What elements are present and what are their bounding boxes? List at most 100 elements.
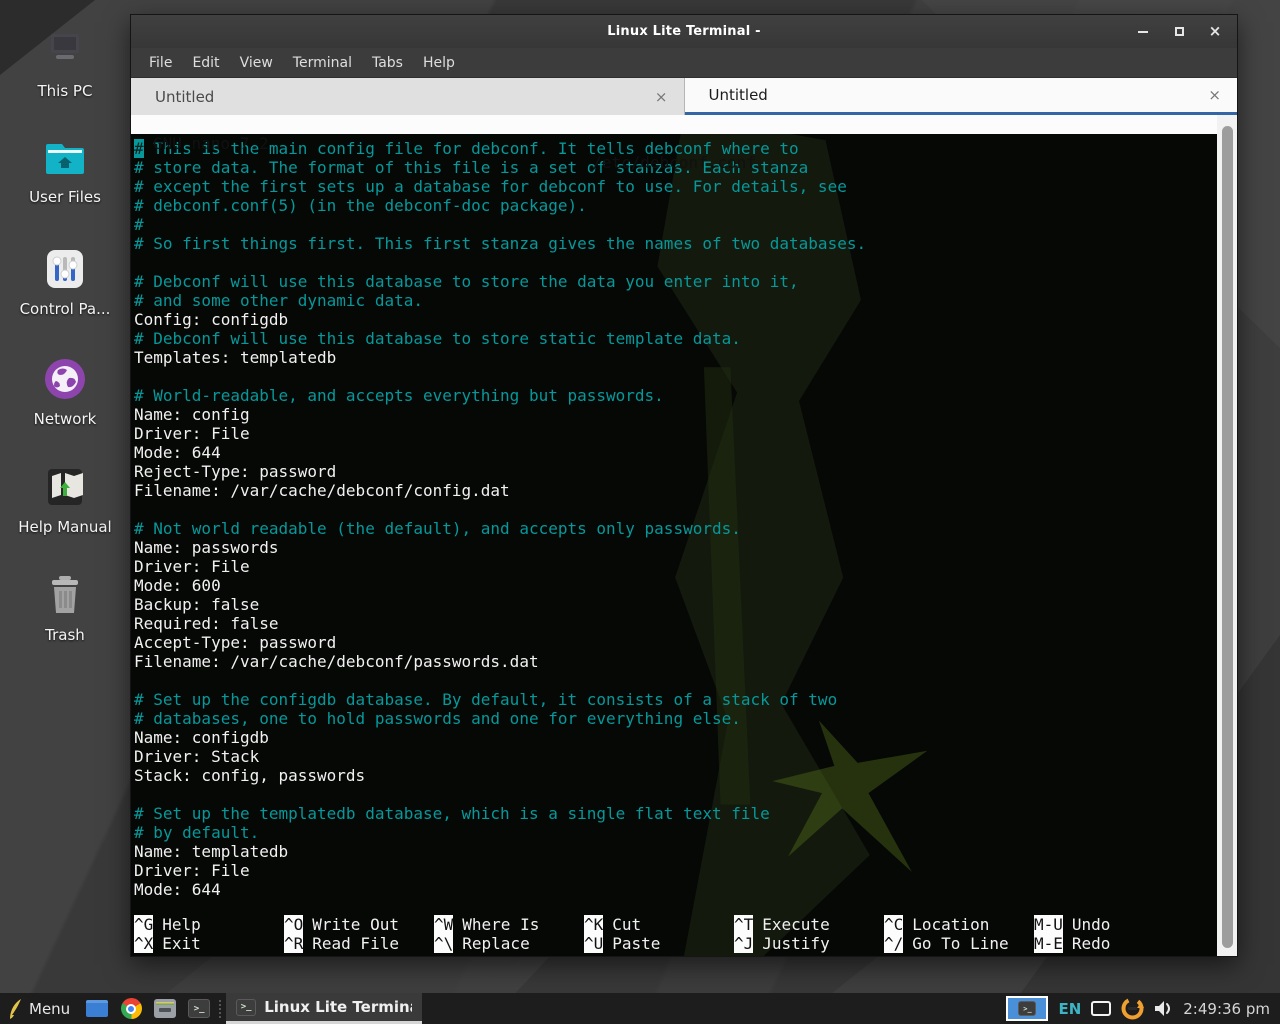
- menu-file[interactable]: File: [139, 51, 182, 75]
- editor-line: Driver: File: [134, 557, 1217, 576]
- editor-line: [134, 253, 1217, 272]
- editor-line: # World-readable, and accepts everything…: [134, 386, 1217, 405]
- editor-line: # and some other dynamic data.: [134, 291, 1217, 310]
- close-button[interactable]: ×: [1207, 24, 1223, 40]
- shortcut-key: ^J: [734, 934, 753, 953]
- file-manager-launcher[interactable]: [153, 997, 177, 1021]
- desktop-icon-help-manual[interactable]: Help Manual: [0, 464, 130, 536]
- shortcut-key: M-U: [1034, 915, 1063, 934]
- menu-tabs[interactable]: Tabs: [362, 51, 413, 75]
- tray-terminal-preview[interactable]: >_: [1006, 996, 1048, 1021]
- shortcut-hint: ^OWrite Out: [284, 915, 434, 934]
- desktop-icon-label: Control Pa...: [20, 300, 111, 318]
- terminal-launcher[interactable]: >_: [187, 997, 211, 1021]
- volume-icon[interactable]: [1154, 1000, 1173, 1017]
- editor-line: Driver: Stack: [134, 747, 1217, 766]
- scrollbar-thumb[interactable]: [1222, 126, 1233, 948]
- window-titlebar[interactable]: Linux Lite Terminal - ×: [131, 15, 1237, 48]
- maximize-button[interactable]: [1171, 24, 1187, 40]
- editor-line: [134, 671, 1217, 690]
- shortcut-hint: ^J Justify: [734, 934, 884, 953]
- file-manager-icon: [154, 999, 176, 1018]
- menu-edit[interactable]: Edit: [182, 51, 229, 75]
- tab-label: Untitled: [709, 86, 768, 104]
- tab-untitled-1[interactable]: Untitled ×: [131, 78, 685, 115]
- show-desktop-launcher[interactable]: [85, 997, 109, 1021]
- editor-line: Name: config: [134, 405, 1217, 424]
- chrome-launcher[interactable]: [119, 997, 143, 1021]
- chrome-icon: [121, 998, 142, 1019]
- taskbar-window-label: Linux Lite Terminal -: [264, 998, 412, 1016]
- keyboard-layout-indicator[interactable]: EN: [1058, 1000, 1081, 1018]
- terminal-icon: >_: [1018, 1001, 1036, 1016]
- shortcut-column: M-U Undo M-E Redo: [1034, 915, 1184, 953]
- editor-line: # Set up the templatedb database, which …: [134, 804, 1217, 823]
- editor-line: Filename: /var/cache/debconf/config.dat: [134, 481, 1217, 500]
- clock[interactable]: 2:49:36 pm: [1183, 1000, 1270, 1018]
- shortcut-key: ^C: [884, 915, 903, 934]
- desktop-icon-label: Network: [34, 410, 97, 428]
- desktop-icon-label: Trash: [45, 626, 85, 644]
- editor-line: # except the first sets up a database fo…: [134, 177, 1217, 196]
- shortcut-column: ^WWhere Is^\Replace: [434, 915, 584, 953]
- shortcut-key: ^O: [284, 915, 303, 934]
- editor-lines: # This is the main config file for debco…: [134, 139, 1217, 899]
- minimize-button[interactable]: [1135, 24, 1151, 40]
- editor-line: Mode: 644: [134, 443, 1217, 462]
- tab-label: Untitled: [155, 88, 214, 106]
- start-menu-button[interactable]: Menu: [0, 993, 80, 1024]
- nano-shortcuts: ^GHelp^XExit^OWrite Out^RRead File^WWher…: [134, 915, 1217, 953]
- editor-line: Filename: /var/cache/debconf/passwords.d…: [134, 652, 1217, 671]
- shortcut-key: ^W: [434, 915, 453, 934]
- shortcut-label: Redo: [1072, 934, 1111, 953]
- editor-line: Required: false: [134, 614, 1217, 633]
- shortcut-hint: ^\Replace: [434, 934, 584, 953]
- user-files-folder-icon: [40, 134, 90, 180]
- desktop-icon-label: This PC: [38, 82, 93, 100]
- editor-line: Stack: config, passwords: [134, 766, 1217, 785]
- editor-line: Driver: File: [134, 861, 1217, 880]
- menu-help[interactable]: Help: [413, 51, 465, 75]
- terminal-window: Linux Lite Terminal - × File Edit View T…: [130, 14, 1238, 957]
- shortcut-column: ^GHelp^XExit: [134, 915, 284, 953]
- shortcut-hint: M-E Redo: [1034, 934, 1184, 953]
- shortcut-column: ^OWrite Out^RRead File: [284, 915, 434, 953]
- menu-terminal[interactable]: Terminal: [283, 51, 362, 75]
- editor-line: Name: configdb: [134, 728, 1217, 747]
- menu-view[interactable]: View: [230, 51, 283, 75]
- shortcut-hint: M-U Undo: [1034, 915, 1184, 934]
- scrollbar-track[interactable]: [1217, 115, 1237, 956]
- display-indicator-icon[interactable]: [1091, 1001, 1111, 1016]
- shortcut-hint: ^/Go To Line: [884, 934, 1034, 953]
- desktop-icon-label: Help Manual: [18, 518, 111, 536]
- update-manager-icon[interactable]: [1121, 997, 1144, 1020]
- editor-line: [134, 500, 1217, 519]
- editor-line: Reject-Type: password: [134, 462, 1217, 481]
- desktop-icon-control-panel[interactable]: Control Pa...: [0, 246, 130, 318]
- shortcut-key: M-E: [1034, 934, 1063, 953]
- desktop-icon-this-pc[interactable]: This PC: [0, 28, 130, 100]
- editor-line: # Debconf will use this database to stor…: [134, 272, 1217, 291]
- editor-line: # So first things first. This first stan…: [134, 234, 1217, 253]
- desktop: This PC User Files Control Pa... Network…: [0, 0, 1280, 1024]
- desktop-icon-network[interactable]: Network: [0, 356, 130, 428]
- tab-bar: Untitled × Untitled ×: [131, 78, 1237, 115]
- shortcut-label: Undo: [1072, 915, 1111, 934]
- menubar: File Edit View Terminal Tabs Help: [131, 48, 1237, 78]
- tab-close-icon[interactable]: ×: [1208, 86, 1221, 104]
- terminal-screen[interactable]: GNU nano 7.2 /etc/debconf.conf # This is…: [131, 115, 1237, 956]
- shortcut-label: Justify: [762, 934, 829, 953]
- desktop-icon-label: User Files: [29, 188, 101, 206]
- shortcut-label: Read File: [312, 934, 399, 953]
- taskbar-window-button[interactable]: >_ Linux Lite Terminal -: [226, 993, 422, 1024]
- desktop-icon-user-files[interactable]: User Files: [0, 134, 130, 206]
- desktop-icon-trash[interactable]: Trash: [0, 572, 130, 644]
- tab-close-icon[interactable]: ×: [655, 88, 668, 106]
- tab-untitled-2-active[interactable]: Untitled ×: [685, 78, 1238, 115]
- shortcut-label: Exit: [162, 934, 201, 953]
- editor-line: # Set up the configdb database. By defau…: [134, 690, 1217, 709]
- this-pc-icon: [40, 28, 90, 74]
- editor-line: Config: configdb: [134, 310, 1217, 329]
- shortcut-column: ^CLocation^/Go To Line: [884, 915, 1034, 953]
- terminal-icon: >_: [188, 999, 210, 1018]
